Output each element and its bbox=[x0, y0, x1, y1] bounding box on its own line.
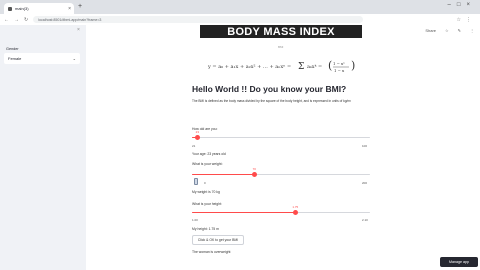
browser-tab[interactable]: main(3) × bbox=[4, 3, 74, 14]
url-field[interactable]: localhost:8501/#bmi-app/main?frame=3 bbox=[33, 16, 364, 23]
height-result: My height: 1.75 m bbox=[192, 227, 219, 231]
slider-thumb[interactable] bbox=[194, 135, 200, 141]
age-max: 100 bbox=[362, 144, 368, 148]
slider-fill bbox=[192, 212, 296, 214]
bmi-formula-image: y = a₀ + a₁x + a₂x² + … + aₙxⁿ = Σ aₖxᵏ … bbox=[206, 55, 366, 77]
forward-icon[interactable]: → bbox=[14, 17, 19, 23]
slider-value: 23 bbox=[195, 130, 199, 134]
weight-min: 0 bbox=[204, 181, 206, 185]
height-max: 2.10 bbox=[362, 218, 368, 222]
age-slider[interactable]: 23 bbox=[192, 130, 370, 142]
formula-graphic: y = a₀ + a₁x + a₂x² + … + aₙxⁿ = Σ aₖxᵏ … bbox=[207, 59, 355, 73]
svg-text:y = a₀ + a₁x + a₂x² + … + aₙxⁿ: y = a₀ + a₁x + a₂x² + … + aₙxⁿ = bbox=[207, 64, 291, 70]
age-min: 21 bbox=[192, 144, 196, 148]
weight-result: My weight is 70 kg bbox=[192, 190, 220, 194]
gender-select[interactable]: Female ⌄ bbox=[4, 53, 80, 64]
weight-slider[interactable]: 70 bbox=[192, 167, 370, 179]
page-heading: Hello World !! Do you know your BMI? bbox=[192, 84, 347, 94]
reload-icon[interactable]: ↻ bbox=[24, 17, 28, 23]
height-min: 1.00 bbox=[192, 218, 198, 222]
extensions-icons[interactable]: ☆⋮ bbox=[457, 17, 476, 23]
gender-value: Female bbox=[8, 56, 22, 61]
height-slider[interactable]: 1.75 bbox=[192, 205, 370, 217]
browser-chrome: main(3) × + –□× ← → ↻ localhost:8501/#bm… bbox=[0, 0, 480, 25]
slider-value: 1.75 bbox=[292, 205, 299, 209]
slider-thumb[interactable] bbox=[251, 172, 257, 178]
sidebar: × Gender Female ⌄ bbox=[0, 25, 86, 270]
back-icon[interactable]: ← bbox=[4, 17, 9, 23]
get-bmi-button[interactable]: Click & OK to get your BMI bbox=[192, 235, 244, 245]
svg-text:Σ: Σ bbox=[298, 62, 304, 72]
window-controls[interactable]: –□× bbox=[448, 2, 476, 8]
svg-text:): ) bbox=[351, 59, 355, 72]
gender-label: Gender bbox=[6, 47, 19, 51]
bmi-caption: BMI bbox=[278, 45, 284, 49]
main-content: BODY MASS INDEX BMI y = a₀ + a₁x + a₂x² … bbox=[86, 25, 480, 270]
svg-text:1 − xⁿ: 1 − xⁿ bbox=[333, 61, 345, 66]
slider-track bbox=[192, 137, 370, 139]
svg-text:1 − x: 1 − x bbox=[334, 68, 345, 73]
plus-icon[interactable]: + bbox=[78, 3, 82, 10]
svg-text:aₖxᵏ =: aₖxᵏ = bbox=[307, 64, 322, 70]
weight-label: What is your weight: bbox=[192, 162, 223, 166]
slider-thumb[interactable] bbox=[292, 210, 298, 216]
height-label: What is your height: bbox=[192, 202, 222, 206]
favicon-icon bbox=[8, 6, 12, 11]
weight-icon bbox=[194, 178, 198, 185]
slider-fill bbox=[192, 174, 255, 176]
bmi-description: The BMI is defined as the body mass divi… bbox=[192, 99, 352, 103]
slider-value: 70 bbox=[252, 167, 256, 171]
weight-max: 200 bbox=[362, 181, 368, 185]
chevron-down-icon: ⌄ bbox=[72, 56, 76, 61]
age-result: Your age: 23 years old bbox=[192, 152, 226, 156]
manage-app-button[interactable]: Manage app bbox=[440, 257, 478, 267]
svg-text:(: ( bbox=[328, 59, 332, 72]
close-tab-icon[interactable]: × bbox=[68, 6, 71, 12]
address-bar-row: ← → ↻ localhost:8501/#bmi-app/main?frame… bbox=[0, 14, 480, 25]
bmi-result-text: The woman is overweight bbox=[192, 250, 231, 254]
tab-title: main(3) bbox=[15, 6, 29, 11]
close-sidebar-icon[interactable]: × bbox=[77, 27, 80, 33]
bmi-banner-image: BODY MASS INDEX bbox=[200, 25, 362, 38]
